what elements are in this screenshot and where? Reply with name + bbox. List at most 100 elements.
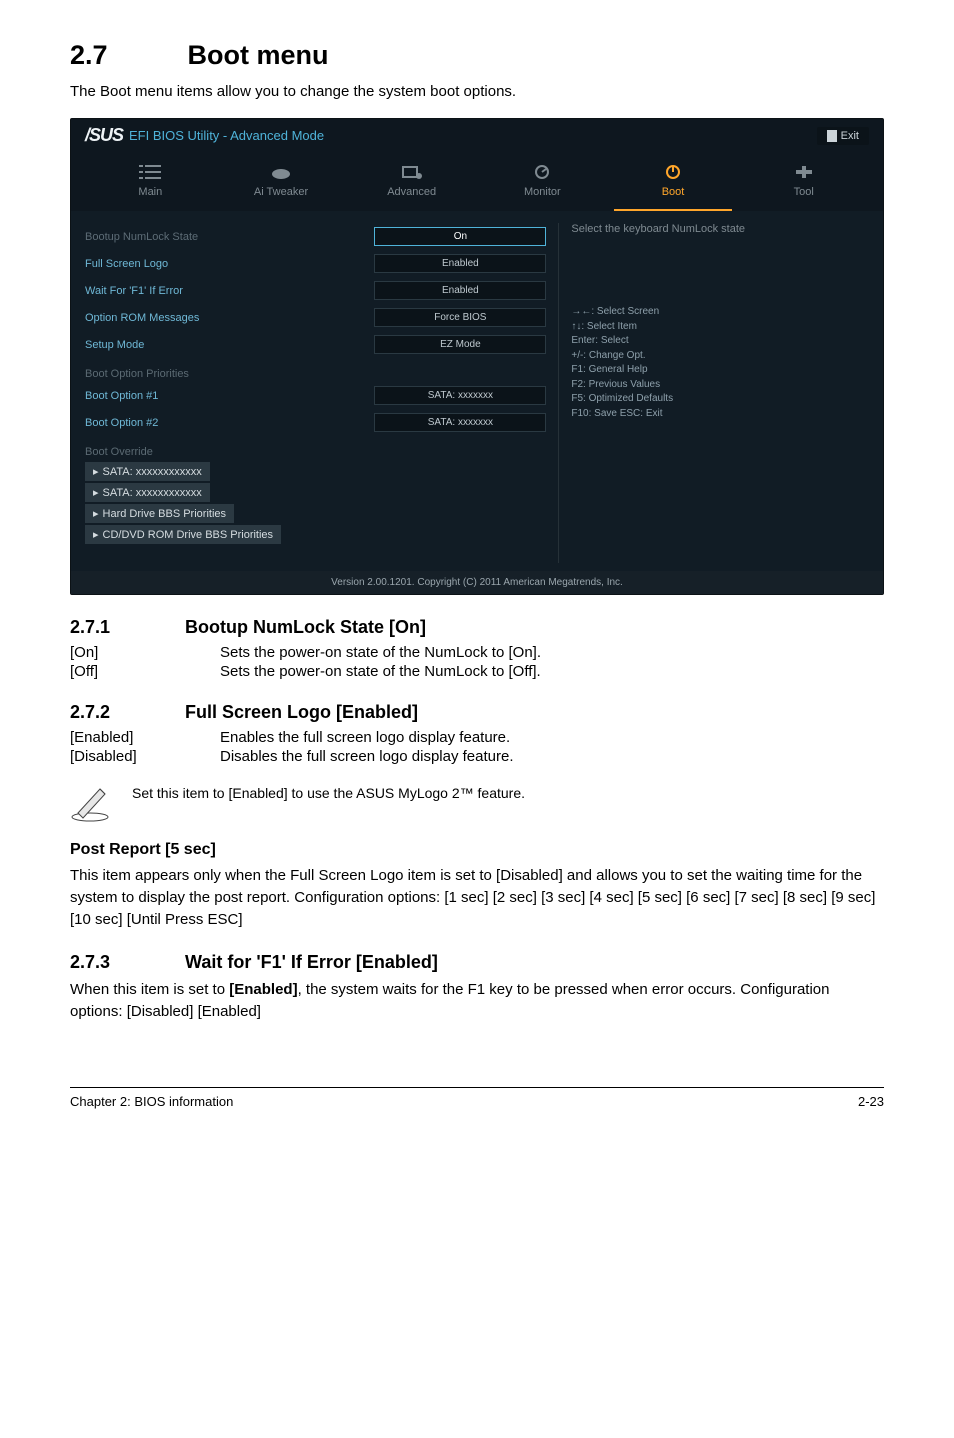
body-bold: [Enabled] bbox=[229, 981, 297, 998]
tab-label: Tool bbox=[794, 186, 814, 198]
section-intro: The Boot menu items allow you to change … bbox=[70, 83, 884, 100]
boot-priorities-head: Boot Option Priorities bbox=[85, 358, 546, 382]
option-value[interactable]: Enabled bbox=[374, 281, 546, 300]
submenu-label: SATA: xxxxxxxxxxxx bbox=[103, 487, 202, 499]
exit-button[interactable]: Exit bbox=[817, 127, 869, 145]
param-row: [Disabled] Disables the full screen logo… bbox=[70, 748, 884, 765]
chevron-right-icon: ▸ bbox=[93, 466, 99, 478]
option-label: Boot Option #2 bbox=[85, 417, 374, 429]
option-row[interactable]: Full Screen Logo Enabled bbox=[85, 250, 546, 277]
param-value: Enables the full screen logo display fea… bbox=[220, 729, 884, 746]
submenu-label: SATA: xxxxxxxxxxxx bbox=[103, 466, 202, 478]
note-text: Set this item to [Enabled] to use the AS… bbox=[132, 779, 884, 801]
param-key: [Enabled] bbox=[70, 729, 220, 746]
section-number: 2.7 bbox=[70, 40, 180, 71]
chevron-right-icon: ▸ bbox=[93, 487, 99, 499]
param-key: [Disabled] bbox=[70, 748, 220, 765]
param-key: [Off] bbox=[70, 663, 220, 680]
body-text: When this item is set to bbox=[70, 981, 229, 998]
subsection-heading: 2.7.3 Wait for 'F1' If Error [Enabled] bbox=[70, 952, 884, 973]
section-title: Boot menu bbox=[188, 40, 329, 70]
param-row: [Off] Sets the power-on state of the Num… bbox=[70, 663, 884, 680]
param-value: Disables the full screen logo display fe… bbox=[220, 748, 884, 765]
tool-icon bbox=[793, 164, 815, 180]
power-icon bbox=[662, 164, 684, 180]
option-value[interactable]: SATA: xxxxxxx bbox=[374, 386, 546, 405]
submenu-item[interactable]: ▸ Hard Drive BBS Priorities bbox=[85, 504, 234, 523]
bios-footer: Version 2.00.1201. Copyright (C) 2011 Am… bbox=[71, 571, 883, 594]
bios-left-pane: Bootup NumLock State On Full Screen Logo… bbox=[85, 223, 546, 563]
exit-icon bbox=[827, 130, 837, 142]
tab-ai-tweaker[interactable]: Ai Tweaker bbox=[216, 158, 347, 211]
option-label: Option ROM Messages bbox=[85, 312, 374, 324]
option-value[interactable]: SATA: xxxxxxx bbox=[374, 413, 546, 432]
bios-window: /SUS EFI BIOS Utility - Advanced Mode Ex… bbox=[70, 118, 884, 595]
tab-monitor[interactable]: Monitor bbox=[477, 158, 608, 211]
param-value: Sets the power-on state of the NumLock t… bbox=[220, 644, 884, 661]
subsection-body: When this item is set to [Enabled], the … bbox=[70, 979, 884, 1023]
option-label: Setup Mode bbox=[85, 339, 374, 351]
note-box: Set this item to [Enabled] to use the AS… bbox=[70, 779, 884, 823]
option-label: Boot Option #1 bbox=[85, 390, 374, 402]
subsection-title: Bootup NumLock State [On] bbox=[185, 617, 426, 637]
subsection-heading: 2.7.2 Full Screen Logo [Enabled] bbox=[70, 702, 884, 723]
postreport-heading: Post Report [5 sec] bbox=[70, 841, 884, 859]
help-title: Select the keyboard NumLock state bbox=[571, 223, 869, 235]
tab-main[interactable]: Main bbox=[85, 158, 216, 211]
option-row[interactable]: Wait For 'F1' If Error Enabled bbox=[85, 277, 546, 304]
option-row[interactable]: Option ROM Messages Force BIOS bbox=[85, 304, 546, 331]
tab-advanced[interactable]: Advanced bbox=[346, 158, 477, 211]
advanced-icon bbox=[401, 164, 423, 180]
bios-tabs: Main Ai Tweaker Advanced Monitor Boot To… bbox=[71, 152, 883, 211]
subsection-title: Wait for 'F1' If Error [Enabled] bbox=[185, 952, 438, 972]
bios-title: EFI BIOS Utility - Advanced Mode bbox=[129, 128, 324, 143]
pen-icon bbox=[70, 779, 114, 823]
param-row: [On] Sets the power-on state of the NumL… bbox=[70, 644, 884, 661]
subsection-number: 2.7.3 bbox=[70, 952, 180, 973]
monitor-icon bbox=[531, 164, 553, 180]
subsection-heading: 2.7.1 Bootup NumLock State [On] bbox=[70, 617, 884, 638]
option-value[interactable]: EZ Mode bbox=[374, 335, 546, 354]
option-label: Full Screen Logo bbox=[85, 258, 374, 270]
param-value: Sets the power-on state of the NumLock t… bbox=[220, 663, 884, 680]
option-value[interactable]: On bbox=[374, 227, 546, 246]
option-row[interactable]: Setup Mode EZ Mode bbox=[85, 331, 546, 358]
boot-override-head: Boot Override bbox=[85, 436, 546, 460]
tab-label: Main bbox=[138, 186, 162, 198]
submenu-item[interactable]: ▸ CD/DVD ROM Drive BBS Priorities bbox=[85, 525, 281, 544]
list-icon bbox=[139, 164, 161, 180]
submenu-item[interactable]: ▸ SATA: xxxxxxxxxxxx bbox=[85, 462, 210, 481]
footer-left: Chapter 2: BIOS information bbox=[70, 1094, 233, 1109]
asus-logo: /SUS bbox=[85, 125, 123, 146]
page-footer: Chapter 2: BIOS information 2-23 bbox=[70, 1094, 884, 1109]
option-row[interactable]: Boot Option #2 SATA: xxxxxxx bbox=[85, 409, 546, 436]
submenu-label: CD/DVD ROM Drive BBS Priorities bbox=[103, 529, 274, 541]
exit-label: Exit bbox=[841, 130, 859, 142]
cloud-icon bbox=[270, 164, 292, 180]
tab-label: Boot bbox=[662, 186, 685, 198]
submenu-item[interactable]: ▸ SATA: xxxxxxxxxxxx bbox=[85, 483, 210, 502]
footer-rule bbox=[70, 1087, 884, 1088]
option-label: Wait For 'F1' If Error bbox=[85, 285, 374, 297]
param-row: [Enabled] Enables the full screen logo d… bbox=[70, 729, 884, 746]
option-value[interactable]: Enabled bbox=[374, 254, 546, 273]
bios-titlebar: /SUS EFI BIOS Utility - Advanced Mode Ex… bbox=[71, 119, 883, 152]
subsection-number: 2.7.1 bbox=[70, 617, 180, 638]
param-key: [On] bbox=[70, 644, 220, 661]
option-row[interactable]: Boot Option #1 SATA: xxxxxxx bbox=[85, 382, 546, 409]
chevron-right-icon: ▸ bbox=[93, 508, 99, 520]
help-keys: →←: Select Screen ↑↓: Select Item Enter:… bbox=[571, 305, 869, 421]
section-heading: 2.7 Boot menu bbox=[70, 40, 884, 71]
tab-boot[interactable]: Boot bbox=[608, 158, 739, 211]
tab-tool[interactable]: Tool bbox=[738, 158, 869, 211]
bios-help-pane: Select the keyboard NumLock state →←: Se… bbox=[558, 223, 869, 563]
submenu-label: Hard Drive BBS Priorities bbox=[103, 508, 226, 520]
tab-label: Monitor bbox=[524, 186, 561, 198]
option-row[interactable]: Bootup NumLock State On bbox=[85, 223, 546, 250]
subsection-number: 2.7.2 bbox=[70, 702, 180, 723]
option-value[interactable]: Force BIOS bbox=[374, 308, 546, 327]
tab-label: Advanced bbox=[387, 186, 436, 198]
tab-label: Ai Tweaker bbox=[254, 186, 308, 198]
subsection-title: Full Screen Logo [Enabled] bbox=[185, 702, 418, 722]
chevron-right-icon: ▸ bbox=[93, 529, 99, 541]
